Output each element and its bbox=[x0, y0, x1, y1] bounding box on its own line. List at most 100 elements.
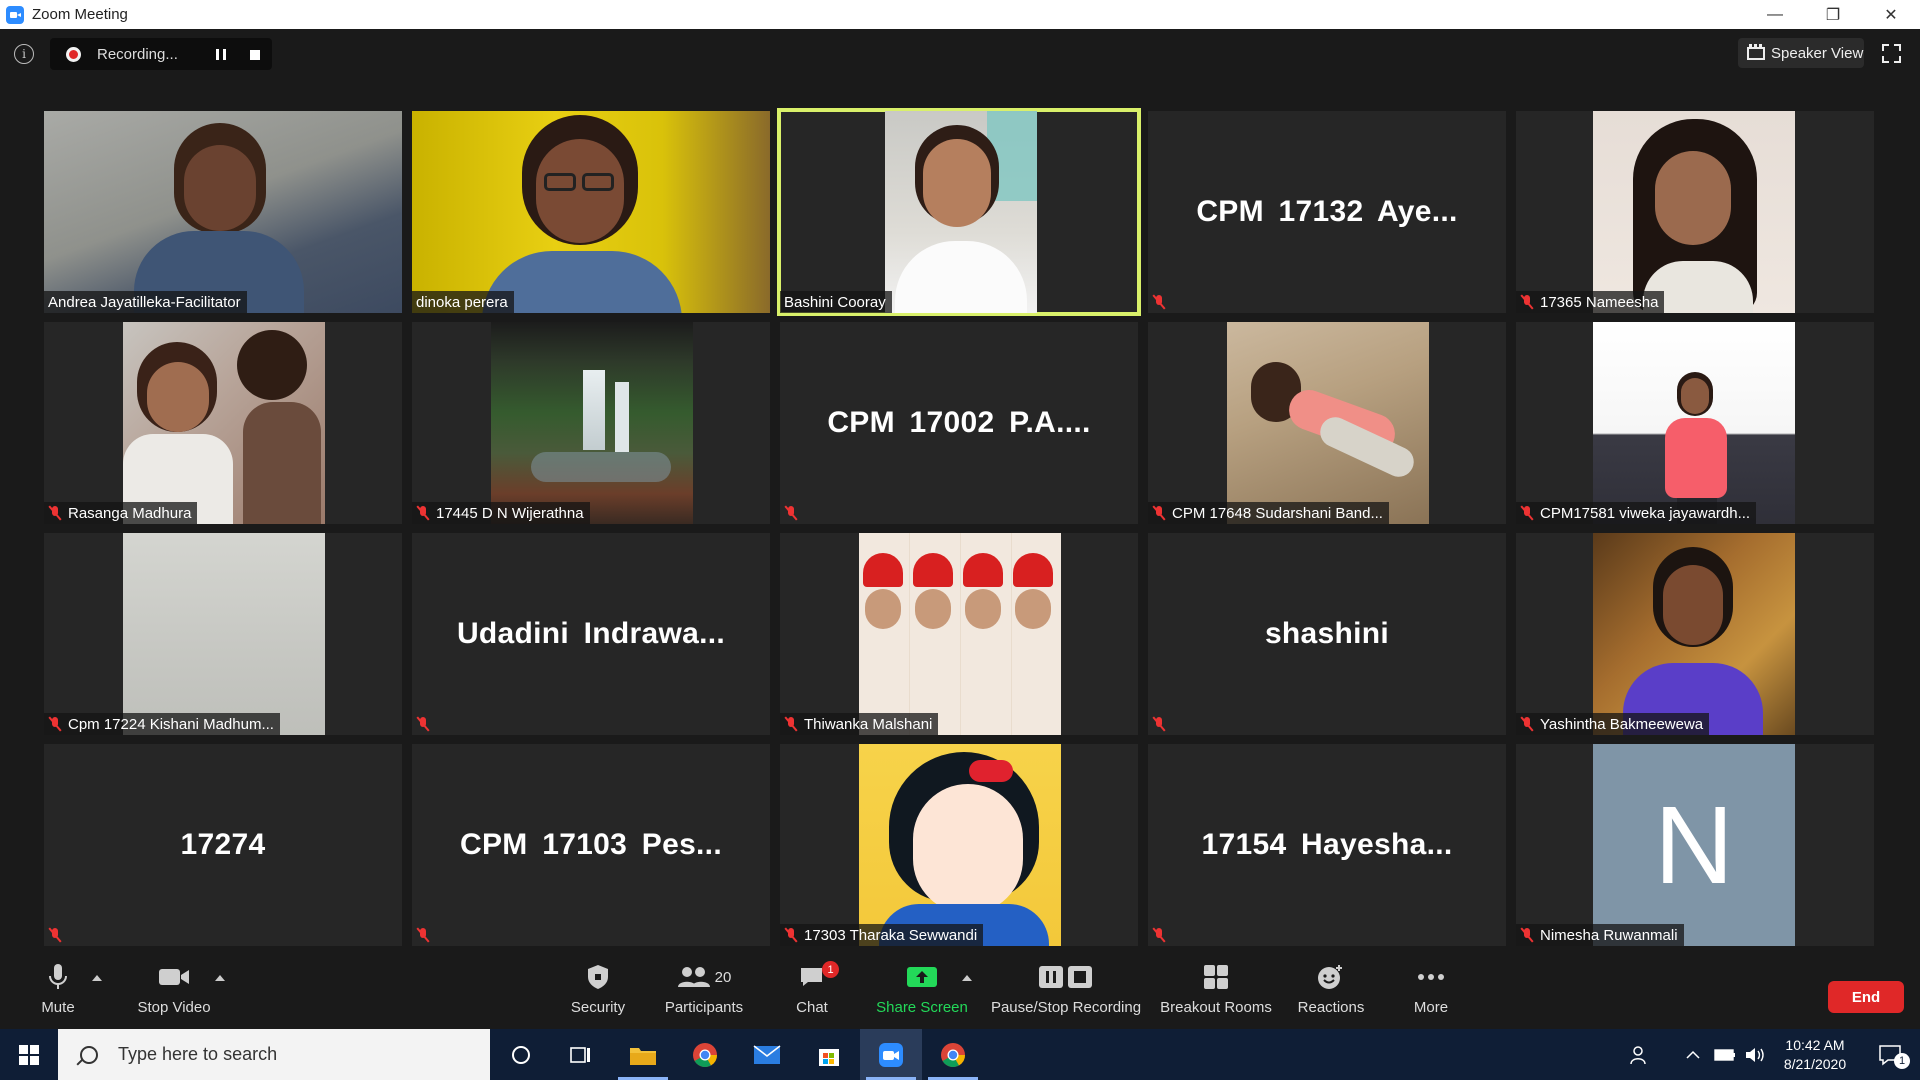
muted-mic-icon bbox=[1520, 294, 1534, 310]
battery-icon[interactable] bbox=[1708, 1029, 1742, 1080]
participant-tile[interactable]: Udadini Indrawa... bbox=[412, 533, 770, 735]
taskbar-search-box[interactable]: Type here to search bbox=[58, 1029, 490, 1080]
stop-video-button[interactable]: Stop Video bbox=[134, 957, 214, 1029]
close-button[interactable]: ✕ bbox=[1862, 0, 1920, 29]
search-icon bbox=[80, 1045, 98, 1064]
video-options-caret-icon[interactable] bbox=[215, 975, 225, 981]
fullscreen-icon[interactable] bbox=[1882, 44, 1901, 63]
participants-button[interactable]: 20 Participants bbox=[662, 957, 746, 1029]
participant-name-tag bbox=[44, 924, 74, 946]
security-button[interactable]: Security bbox=[566, 957, 630, 1029]
share-options-caret-icon[interactable] bbox=[962, 975, 972, 981]
more-button[interactable]: More bbox=[1408, 957, 1454, 1029]
meeting-info-icon[interactable]: i bbox=[14, 44, 34, 64]
pause-recording-icon[interactable] bbox=[216, 49, 226, 60]
participant-tile[interactable]: Yashintha Bakmeewewa bbox=[1516, 533, 1874, 735]
show-hidden-icons-chevron-icon[interactable] bbox=[1676, 1029, 1710, 1080]
video-camera-icon bbox=[158, 957, 190, 997]
chrome-icon[interactable] bbox=[674, 1029, 736, 1080]
start-button[interactable] bbox=[0, 1029, 58, 1080]
mute-button[interactable]: Mute bbox=[34, 957, 82, 1029]
participant-video bbox=[1227, 322, 1429, 524]
muted-mic-icon bbox=[784, 927, 798, 943]
participant-video bbox=[859, 533, 1061, 735]
participant-name-tag: Thiwanka Malshani bbox=[780, 713, 939, 735]
participant-tile[interactable]: Thiwanka Malshani bbox=[780, 533, 1138, 735]
microsoft-store-icon[interactable] bbox=[798, 1029, 860, 1080]
participant-tile[interactable]: 17445 D N Wijerathna bbox=[412, 322, 770, 524]
participant-tile[interactable]: CPM17581 viweka jayawardh... bbox=[1516, 322, 1874, 524]
muted-mic-icon bbox=[784, 505, 798, 521]
more-dots-icon bbox=[1417, 957, 1445, 997]
participant-avatar-initial: N bbox=[1593, 744, 1795, 946]
participant-tile[interactable]: CPM 17132 Aye... bbox=[1148, 111, 1506, 313]
pause-stop-recording-icon bbox=[1038, 957, 1094, 997]
participant-tile[interactable]: 17303 Tharaka Sewwandi bbox=[780, 744, 1138, 946]
share-screen-button[interactable]: Share Screen bbox=[876, 957, 968, 1029]
participant-tile[interactable]: CPM 17002 P.A.... bbox=[780, 322, 1138, 524]
chrome-window-icon[interactable] bbox=[922, 1029, 984, 1080]
chat-button[interactable]: 1 Chat bbox=[792, 957, 839, 1029]
meeting-top-bar: i Recording... Speaker View bbox=[0, 29, 1920, 79]
participant-tile[interactable]: dinoka perera bbox=[412, 111, 770, 313]
search-placeholder: Type here to search bbox=[118, 1044, 278, 1064]
breakout-rooms-icon bbox=[1203, 957, 1229, 997]
muted-mic-icon bbox=[48, 505, 62, 521]
participant-name-tag: 17303 Tharaka Sewwandi bbox=[780, 924, 984, 946]
participant-name-tag: Bashini Cooray bbox=[780, 291, 892, 313]
recording-indicator: Recording... bbox=[50, 38, 272, 70]
volume-icon[interactable] bbox=[1738, 1029, 1772, 1080]
participant-name-tag: Yashintha Bakmeewewa bbox=[1516, 713, 1710, 735]
participant-video bbox=[491, 322, 693, 524]
recording-label: Recording... bbox=[97, 45, 178, 63]
minimize-button[interactable]: — bbox=[1746, 0, 1804, 29]
participant-tile[interactable]: Andrea Jayatilleka-Facilitator bbox=[44, 111, 402, 313]
zoom-logo-icon bbox=[6, 5, 24, 24]
participant-name-tag: Cpm 17224 Kishani Madhum... bbox=[44, 713, 280, 735]
chat-bubble-icon: 1 bbox=[798, 957, 839, 997]
pause-stop-recording-button[interactable]: Pause/Stop Recording bbox=[991, 957, 1141, 1029]
participant-display-name: 17274 bbox=[180, 828, 266, 861]
participant-tile[interactable]: CPM 17648 Sudarshani Band... bbox=[1148, 322, 1506, 524]
mail-icon[interactable] bbox=[736, 1029, 798, 1080]
speaker-view-button[interactable]: Speaker View bbox=[1738, 38, 1864, 68]
participants-count: 20 bbox=[714, 968, 732, 986]
people-icon[interactable] bbox=[1620, 1029, 1660, 1080]
participant-display-name: CPM 17002 P.A.... bbox=[827, 406, 1091, 439]
participant-tile[interactable]: 17274 bbox=[44, 744, 402, 946]
notification-count-badge: 1 bbox=[1894, 1053, 1910, 1069]
muted-mic-icon bbox=[784, 716, 798, 732]
participant-name-tag bbox=[1148, 291, 1178, 313]
zoom-taskbar-icon[interactable] bbox=[860, 1029, 922, 1080]
end-meeting-button[interactable]: End bbox=[1828, 981, 1904, 1013]
audio-options-caret-icon[interactable] bbox=[92, 975, 102, 981]
taskbar-clock[interactable]: 10:42 AM 8/21/2020 bbox=[1772, 1036, 1858, 1074]
stop-recording-icon[interactable] bbox=[250, 50, 260, 60]
speaker-view-label: Speaker View bbox=[1771, 44, 1864, 62]
chat-unread-badge: 1 bbox=[822, 961, 839, 978]
muted-mic-icon bbox=[1520, 716, 1534, 732]
restore-button[interactable]: ❐ bbox=[1804, 0, 1862, 29]
muted-mic-icon bbox=[1152, 927, 1166, 943]
share-screen-icon bbox=[906, 957, 938, 997]
participant-tile[interactable]: Rasanga Madhura bbox=[44, 322, 402, 524]
file-explorer-icon[interactable] bbox=[612, 1029, 674, 1080]
participant-tile[interactable]: N Nimesha Ruwanmali bbox=[1516, 744, 1874, 946]
participant-name-tag bbox=[1148, 713, 1178, 735]
task-view-icon[interactable] bbox=[550, 1029, 612, 1080]
participant-tile[interactable]: 17154 Hayesha... bbox=[1148, 744, 1506, 946]
participant-tile[interactable]: CPM 17103 Pes... bbox=[412, 744, 770, 946]
reactions-button[interactable]: Reactions bbox=[1296, 957, 1366, 1029]
windows-logo-icon bbox=[19, 1044, 39, 1065]
breakout-rooms-button[interactable]: Breakout Rooms bbox=[1158, 957, 1274, 1029]
participant-tile-active-speaker[interactable]: Bashini Cooray bbox=[777, 108, 1141, 316]
smiley-icon bbox=[1317, 957, 1345, 997]
clock-date: 8/21/2020 bbox=[1783, 1056, 1847, 1072]
shield-icon bbox=[586, 957, 610, 997]
cortana-icon[interactable] bbox=[490, 1029, 552, 1080]
notifications-icon[interactable]: 1 bbox=[1860, 1029, 1920, 1080]
participant-tile[interactable]: Cpm 17224 Kishani Madhum... bbox=[44, 533, 402, 735]
participant-name-tag bbox=[412, 924, 442, 946]
participant-tile[interactable]: shashini bbox=[1148, 533, 1506, 735]
participant-tile[interactable]: 17365 Nameesha bbox=[1516, 111, 1874, 313]
